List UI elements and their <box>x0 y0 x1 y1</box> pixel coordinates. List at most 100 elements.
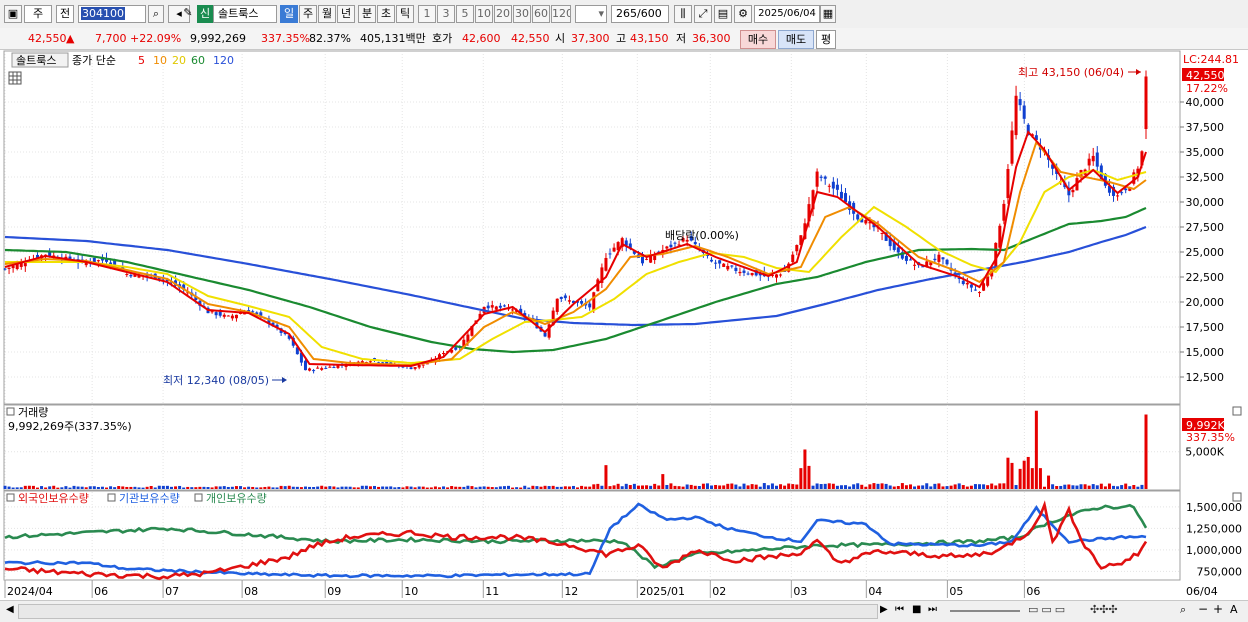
buy-button[interactable]: 매수 <box>740 30 776 49</box>
legend-individual[interactable]: 개인보유수량 <box>206 492 267 505</box>
ma-legend-20[interactable]: 20 <box>172 54 186 67</box>
tab-day[interactable]: 일 <box>280 5 298 23</box>
scroll-last-icon[interactable]: ⏭ <box>928 604 937 615</box>
chart-svg[interactable]: 12,500 15,000 17,500 20,000 22,500 25,000 27,5… <box>0 50 1248 600</box>
period-selector[interactable]: 주 <box>24 5 52 23</box>
volume-bar <box>555 486 559 489</box>
candle-body <box>1010 130 1014 164</box>
candle-body <box>308 368 312 371</box>
volume-bar <box>267 486 271 489</box>
volume-bar <box>239 486 243 489</box>
volume-bar <box>169 486 173 489</box>
volume-panel-toggle[interactable] <box>6 407 15 416</box>
volume-bar <box>27 485 31 489</box>
candle-body <box>880 232 884 234</box>
stock-code-input[interactable]: 304100 <box>78 5 146 23</box>
volume-bar <box>1006 457 1010 489</box>
ma-legend-10[interactable]: 10 <box>153 54 167 67</box>
volume-bar <box>908 484 912 489</box>
tick-option-1[interactable]: 1 <box>418 5 436 23</box>
tick-option-20[interactable]: 20 <box>494 5 512 23</box>
chart-area[interactable]: 12,500 15,000 17,500 20,000 22,500 25,000 27,5… <box>0 50 1248 600</box>
holdings-panel-toggle-3[interactable] <box>194 493 203 502</box>
volume-bar <box>117 486 121 489</box>
volume-bar <box>433 486 437 489</box>
x-last-date-label: 06/04 <box>1186 585 1218 598</box>
date-input[interactable]: 2025/06/04 <box>754 5 820 23</box>
scroll-right-icon[interactable]: ▶ <box>880 604 888 615</box>
volume-bar <box>251 486 255 489</box>
tick-custom-select[interactable]: ▾ <box>575 5 607 23</box>
calendar-icon[interactable]: ▦ <box>820 5 836 23</box>
search-icon[interactable]: ⌕ <box>148 5 164 23</box>
table-icon[interactable] <box>8 71 22 85</box>
volume-bar <box>230 486 234 489</box>
holdings-panel-close-icon[interactable] <box>1232 492 1242 502</box>
tab-week[interactable]: 주 <box>299 5 317 23</box>
tick-option-10[interactable]: 10 <box>475 5 493 23</box>
legend-foreign[interactable]: 외국인보유수량 <box>18 492 89 505</box>
volume-bar <box>791 484 795 489</box>
cross-icon[interactable]: ✣✣✣ <box>1090 603 1118 616</box>
tick-option-3[interactable]: 3 <box>437 5 455 23</box>
dividend-annotation: 배당락(0.00%) <box>665 229 739 242</box>
tab-tick[interactable]: 틱 <box>396 5 414 23</box>
tick-option-30[interactable]: 30 <box>513 5 531 23</box>
legend-institution[interactable]: 기관보유수량 <box>119 492 180 505</box>
save-icon[interactable]: ▤ <box>714 5 732 23</box>
volume-bar <box>255 487 259 489</box>
volume-bar <box>129 486 133 489</box>
window-icons[interactable]: ▭▭▭ <box>1028 603 1068 616</box>
gear-icon[interactable]: ⚙ <box>734 5 752 23</box>
volume-panel-close-icon[interactable] <box>1232 406 1242 416</box>
volume-bar <box>1055 485 1059 489</box>
volume-bar <box>413 487 417 489</box>
volume-bar <box>482 486 486 489</box>
zoom-out-icon[interactable]: − <box>1198 602 1208 616</box>
tab-month[interactable]: 월 <box>318 5 336 23</box>
tick-option-5[interactable]: 5 <box>456 5 474 23</box>
volume-bar <box>982 484 986 489</box>
tab-minute[interactable]: 분 <box>358 5 376 23</box>
last-price-value: 42,550 <box>1186 69 1225 82</box>
volume-bar <box>1136 486 1140 489</box>
holdings-panel-toggle-2[interactable] <box>107 493 116 502</box>
tick-option-60[interactable]: 60 <box>532 5 550 23</box>
brush-icon[interactable]: ✎ <box>182 5 194 23</box>
volume-bar <box>56 487 60 489</box>
draw-icon[interactable]: ⤢ <box>694 5 712 23</box>
volume-bar <box>783 485 787 489</box>
stock-name[interactable]: 솔트룩스 <box>213 5 277 23</box>
holdings-panel-toggle-1[interactable] <box>6 493 15 502</box>
volume-bar <box>109 486 113 489</box>
volume-bar <box>275 487 279 489</box>
candle-icon[interactable]: ⫼ <box>674 5 692 23</box>
tick-option-120[interactable]: 120 <box>551 5 571 23</box>
prev-button[interactable]: 전 <box>56 5 74 23</box>
scroll-first-icon[interactable]: ⏮ <box>895 604 904 615</box>
volume-bar <box>3 485 7 489</box>
ma-legend-60[interactable]: 60 <box>191 54 205 67</box>
candle-body <box>819 176 823 178</box>
count-input[interactable]: 265/600 <box>611 5 669 23</box>
sell-button[interactable]: 매도 <box>778 30 814 49</box>
zoom-in-icon[interactable]: + <box>1213 602 1223 616</box>
y-tick-label: 22,500 <box>1186 271 1225 284</box>
candle-body <box>978 292 982 294</box>
magnifier-icon[interactable]: ⌕ <box>1180 603 1186 617</box>
volume-bar <box>494 487 498 489</box>
stop-icon[interactable]: ■ <box>912 604 921 615</box>
scrollbar-track[interactable] <box>18 604 878 619</box>
eval-button[interactable]: 평 <box>816 30 836 49</box>
font-size-icon[interactable]: A <box>1230 603 1238 616</box>
zoom-slider[interactable] <box>950 610 1020 612</box>
tab-second[interactable]: 초 <box>377 5 395 23</box>
ma-legend-5[interactable]: 5 <box>138 54 145 67</box>
volume-bar <box>279 485 283 489</box>
volume-bar <box>332 486 336 489</box>
layout-icon[interactable]: ▣ <box>4 5 22 23</box>
ma-legend-120[interactable]: 120 <box>213 54 234 67</box>
candle-body <box>1002 203 1006 221</box>
scroll-left-icon[interactable]: ◀ <box>6 604 14 615</box>
tab-year[interactable]: 년 <box>337 5 355 23</box>
